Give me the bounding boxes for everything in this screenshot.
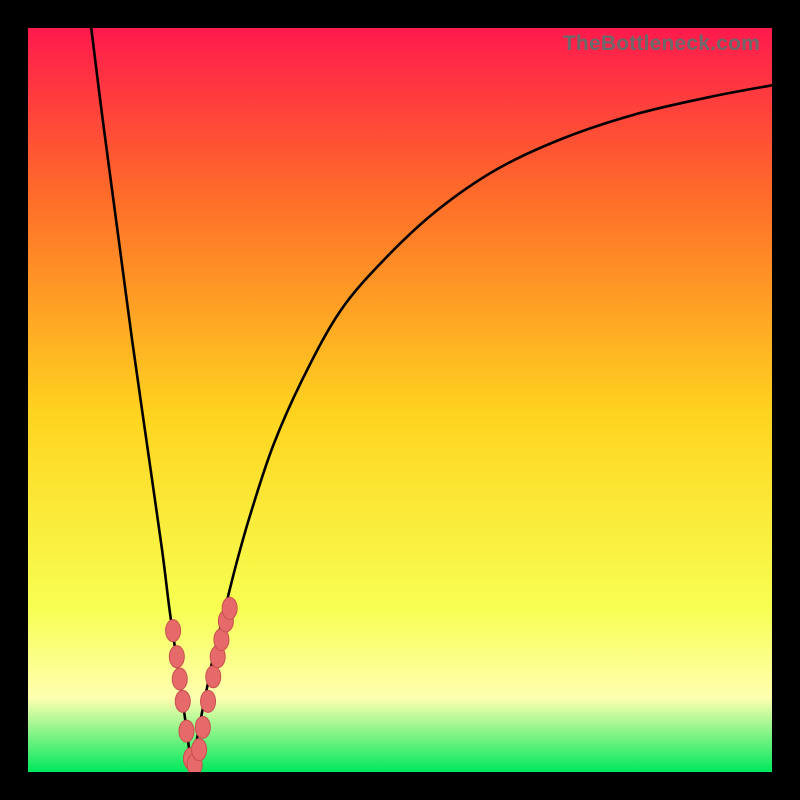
highlighted-points bbox=[166, 597, 238, 772]
data-point bbox=[179, 720, 194, 742]
curves-layer bbox=[28, 28, 772, 772]
data-point bbox=[169, 646, 184, 668]
data-point bbox=[175, 690, 190, 712]
data-point bbox=[222, 597, 237, 619]
data-point bbox=[166, 620, 181, 642]
data-point bbox=[172, 668, 187, 690]
curve-right-branch bbox=[192, 85, 772, 768]
data-point bbox=[192, 739, 207, 761]
data-point bbox=[206, 666, 221, 688]
chart-container: TheBottleneck.com bbox=[0, 0, 800, 800]
data-point bbox=[195, 716, 210, 738]
plot-area: TheBottleneck.com bbox=[28, 28, 772, 772]
data-point bbox=[201, 690, 216, 712]
